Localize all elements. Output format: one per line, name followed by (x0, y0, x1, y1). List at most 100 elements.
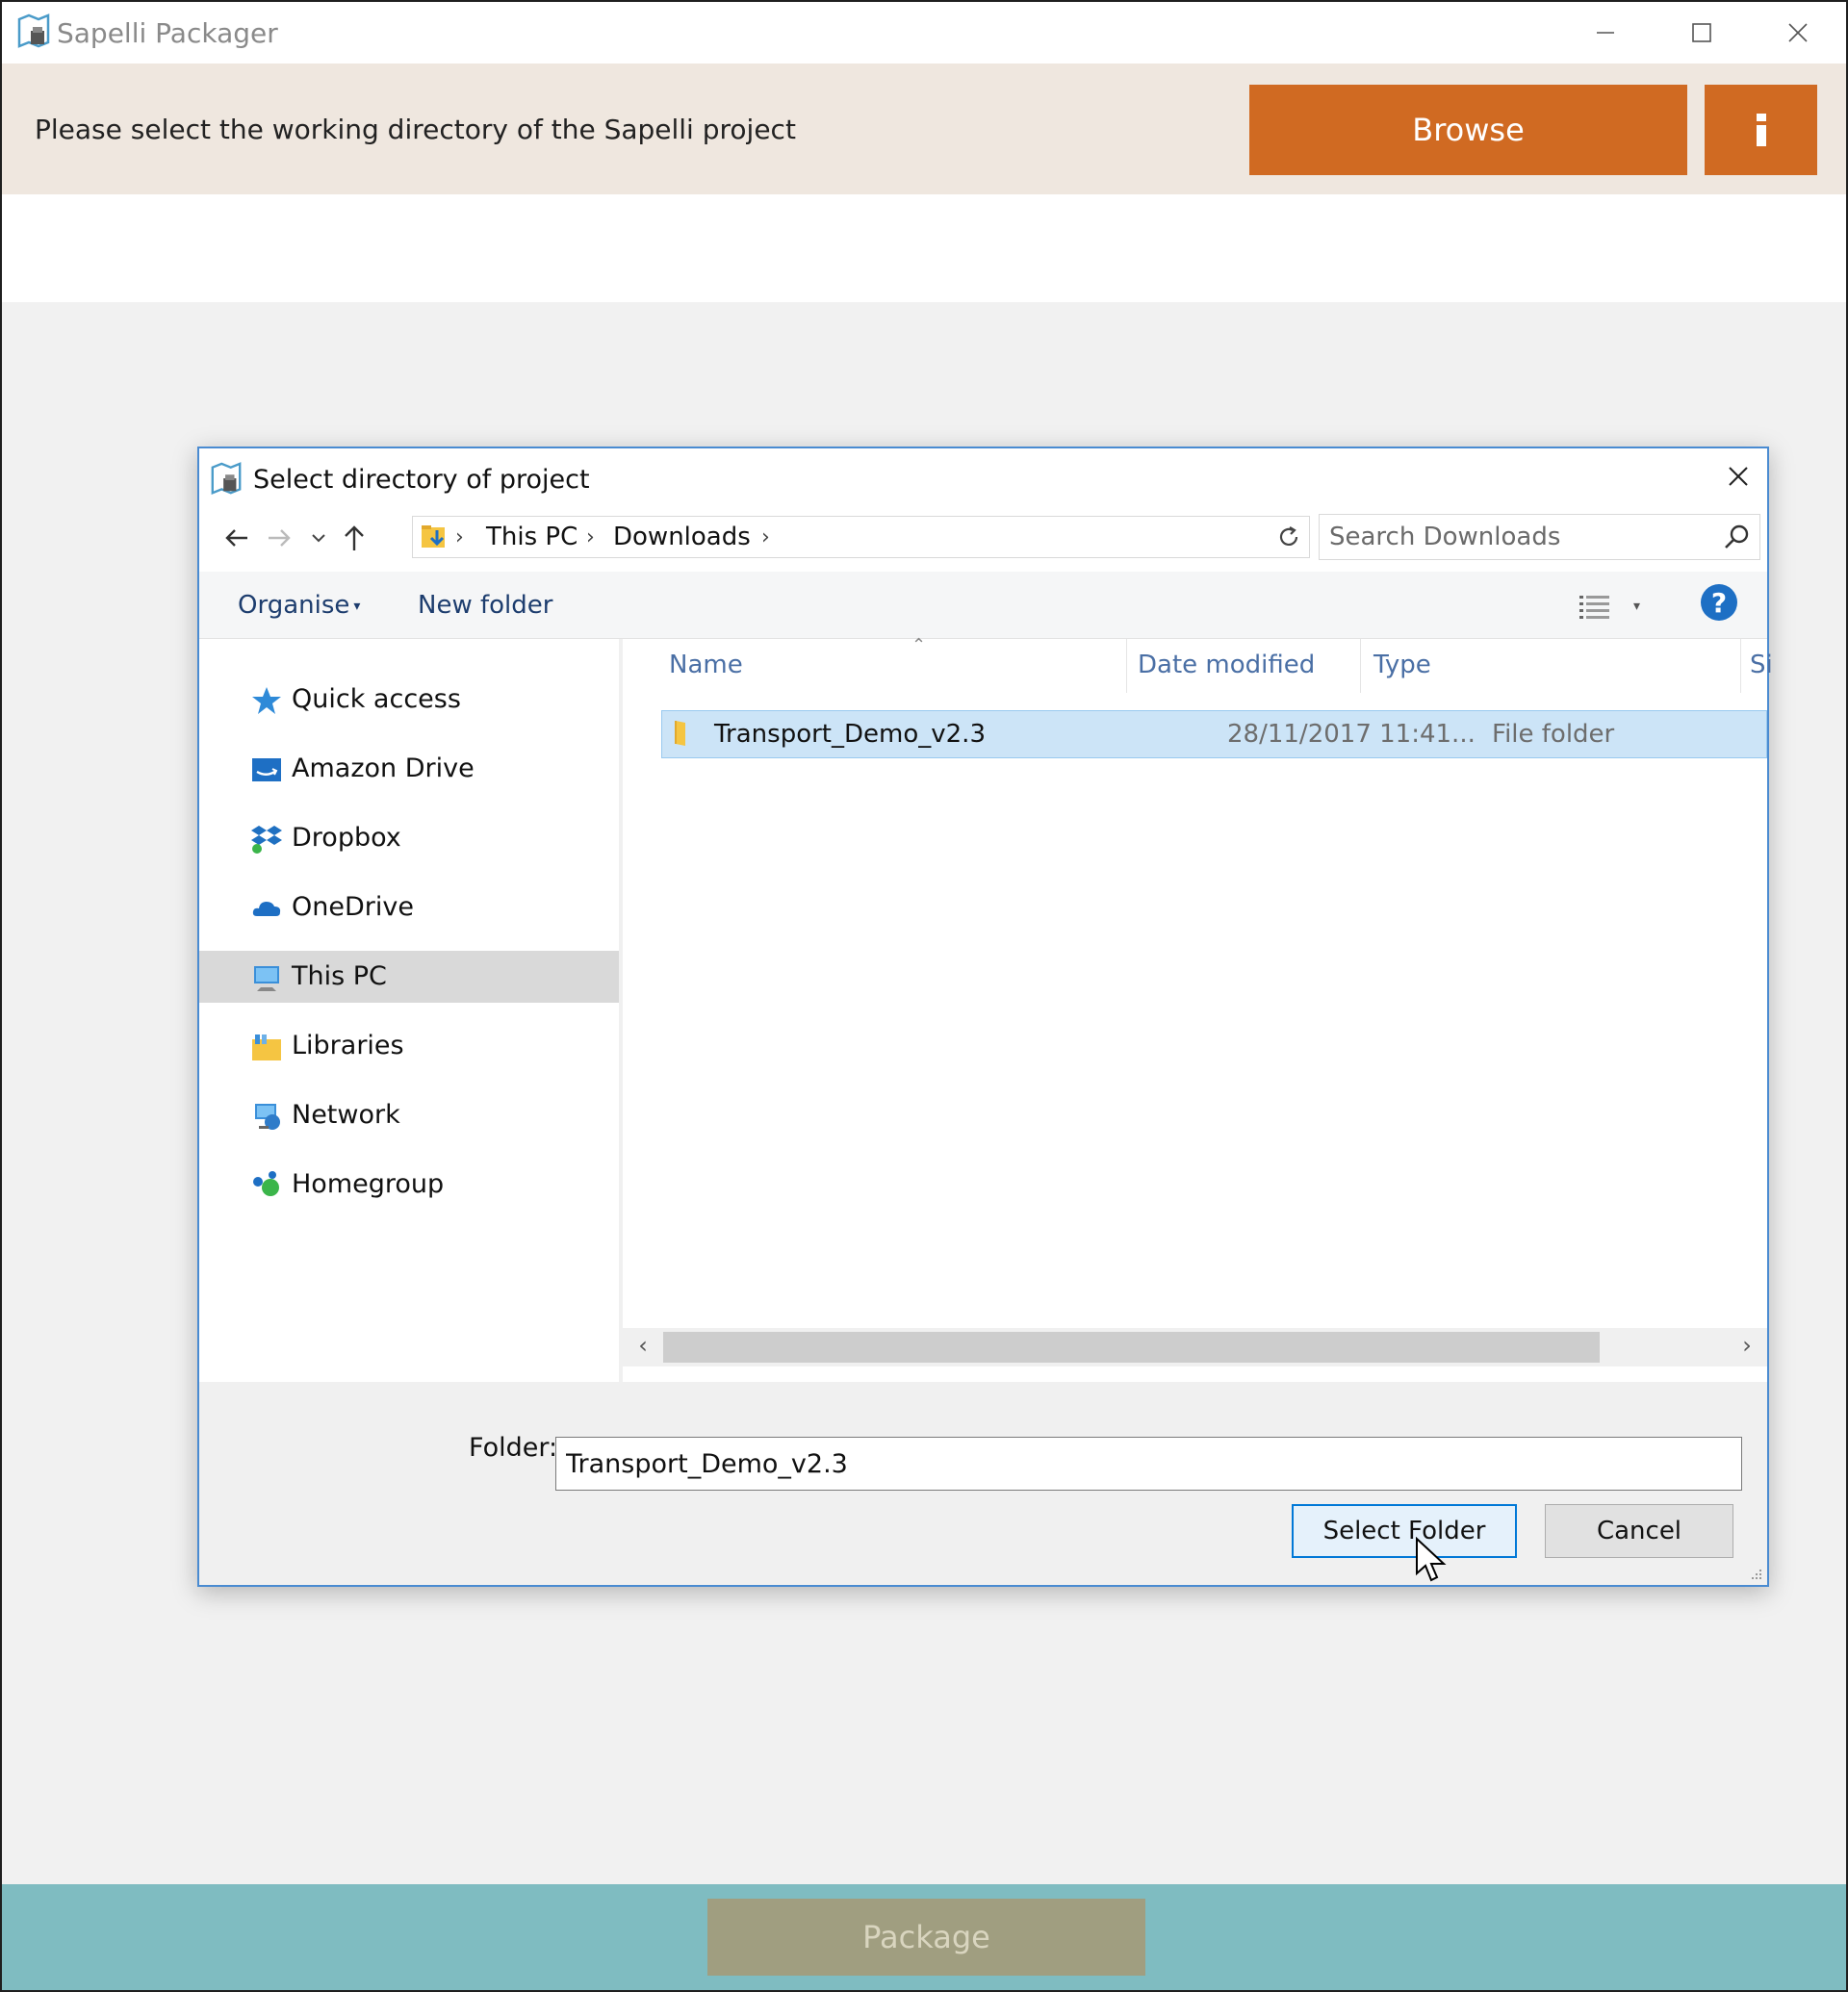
sidebar-item-libraries[interactable]: Libraries (199, 1020, 619, 1072)
close-button[interactable] (1750, 2, 1846, 64)
sort-ascending-icon: ⌃ (911, 635, 927, 655)
up-button[interactable] (336, 516, 372, 560)
sidebar-item-quick-access[interactable]: Quick access (199, 674, 619, 726)
column-divider[interactable] (1126, 639, 1127, 693)
minimize-icon (1597, 32, 1614, 34)
sidebar-item-label: Homegroup (292, 1169, 445, 1199)
onedrive-icon (252, 902, 281, 916)
file-list-pane: ⌃ Name Date modified Type Si Transport_D… (623, 635, 1773, 1382)
file-date-modified: 28/11/2017 11:41... (1227, 720, 1476, 749)
breadcrumb-downloads[interactable]: Downloads (613, 523, 751, 551)
arrow-left-icon (225, 529, 247, 547)
folder-label: Folder: (469, 1433, 558, 1463)
sidebar-item-label: Amazon Drive (292, 753, 475, 783)
homegroup-icon (253, 1171, 279, 1196)
file-type: File folder (1492, 720, 1615, 749)
package-button[interactable]: Package (707, 1899, 1145, 1976)
sidebar-item-amazon-drive[interactable]: Amazon Drive (199, 743, 619, 795)
navigation-pane: Quick access Amazon Drive Dropbox OneDri… (199, 639, 620, 1382)
info-button[interactable] (1705, 85, 1817, 175)
column-divider[interactable] (1360, 639, 1361, 693)
forward-button[interactable] (261, 516, 297, 560)
sidebar-item-network[interactable]: Network (199, 1089, 619, 1141)
close-icon (1788, 23, 1808, 42)
close-icon (1729, 467, 1748, 486)
sidebar-item-label: Libraries (292, 1031, 404, 1060)
search-icon (1725, 524, 1749, 549)
directory-prompt: Please select the working directory of t… (35, 114, 796, 145)
column-divider[interactable] (1740, 639, 1741, 693)
content-area (2, 194, 1846, 302)
sidebar-item-homegroup[interactable]: Homegroup (199, 1159, 619, 1211)
file-row[interactable]: Transport_Demo_v2.3 28/11/2017 11:41... … (661, 710, 1767, 758)
computer-icon (254, 966, 279, 991)
help-button[interactable]: ? (1701, 584, 1737, 621)
search-input[interactable] (1329, 521, 1695, 553)
sidebar-item-label: Network (292, 1100, 400, 1130)
maximize-icon (1692, 23, 1711, 42)
refresh-button[interactable] (1268, 516, 1310, 558)
search-box[interactable] (1319, 514, 1760, 560)
cancel-button[interactable]: Cancel (1545, 1504, 1733, 1558)
column-header-name[interactable]: Name (669, 651, 743, 679)
breadcrumb-this-pc[interactable]: This PC (486, 523, 578, 551)
header-band: Please select the working directory of t… (2, 64, 1846, 194)
libraries-icon (252, 1034, 281, 1060)
scroll-right-icon[interactable]: › (1732, 1332, 1761, 1363)
info-icon (1756, 114, 1766, 146)
column-header-size[interactable]: Si (1750, 651, 1773, 679)
chevron-down-icon (312, 534, 325, 543)
dialog-toolbar: Organise ▾ New folder ▾ ? (199, 572, 1767, 639)
sidebar-item-label: This PC (292, 961, 387, 991)
app-logo-icon (17, 13, 50, 48)
column-header-date[interactable]: Date modified (1138, 651, 1315, 679)
amazon-drive-icon (252, 758, 281, 781)
details-view-icon (1579, 596, 1609, 619)
sidebar-item-label: Dropbox (292, 823, 401, 853)
column-header-type[interactable]: Type (1373, 651, 1431, 679)
maximize-button[interactable] (1654, 2, 1750, 64)
caret-down-icon: ▾ (1633, 599, 1641, 614)
star-icon (252, 687, 281, 714)
select-folder-button[interactable]: Select Folder (1292, 1504, 1517, 1558)
navigation-row: › This PC › Downloads › (199, 504, 1767, 572)
sidebar-item-label: Quick access (292, 684, 461, 714)
mouse-cursor-icon (1416, 1537, 1447, 1582)
file-name: Transport_Demo_v2.3 (714, 720, 986, 749)
dropbox-icon (251, 826, 282, 854)
organise-label: Organise (238, 591, 350, 620)
minimize-button[interactable] (1557, 2, 1654, 64)
breadcrumb-separator: › (455, 525, 464, 549)
scroll-left-icon[interactable]: ‹ (629, 1332, 657, 1363)
view-options-button[interactable]: ▾ (1578, 589, 1645, 624)
sidebar-item-dropbox[interactable]: Dropbox (199, 812, 619, 864)
bottom-bar: Package (2, 1884, 1846, 1990)
sidebar-item-this-pc[interactable]: This PC (199, 951, 619, 1003)
network-icon (255, 1104, 280, 1130)
select-directory-dialog: Select directory of project › This PC › (197, 447, 1773, 1587)
app-title: Sapelli Packager (57, 17, 278, 49)
downloads-folder-icon (422, 525, 445, 548)
title-bar: Sapelli Packager (2, 2, 1846, 64)
app-logo-icon (211, 462, 242, 495)
breadcrumb-separator: › (586, 525, 595, 549)
resize-grip-icon[interactable] (1748, 1566, 1763, 1581)
horizontal-scrollbar[interactable]: ‹ › (623, 1328, 1767, 1366)
dialog-close-button[interactable] (1715, 454, 1761, 498)
sidebar-item-onedrive[interactable]: OneDrive (199, 881, 619, 933)
back-button[interactable] (218, 516, 255, 560)
breadcrumb-separator: › (761, 525, 770, 549)
refresh-icon (1279, 526, 1297, 546)
recent-locations-button[interactable] (305, 516, 332, 560)
arrow-up-icon (345, 525, 364, 550)
organise-menu[interactable]: Organise ▾ (238, 591, 360, 620)
dialog-title: Select directory of project (253, 465, 590, 495)
folder-field[interactable] (555, 1437, 1742, 1491)
sidebar-item-label: OneDrive (292, 892, 414, 922)
browse-button[interactable]: Browse (1249, 85, 1687, 175)
caret-down-icon: ▾ (353, 598, 361, 614)
scrollbar-thumb[interactable] (663, 1332, 1600, 1363)
dialog-title-bar: Select directory of project (199, 448, 1767, 504)
address-bar[interactable]: › This PC › Downloads › (412, 516, 1310, 558)
new-folder-button[interactable]: New folder (418, 591, 552, 620)
